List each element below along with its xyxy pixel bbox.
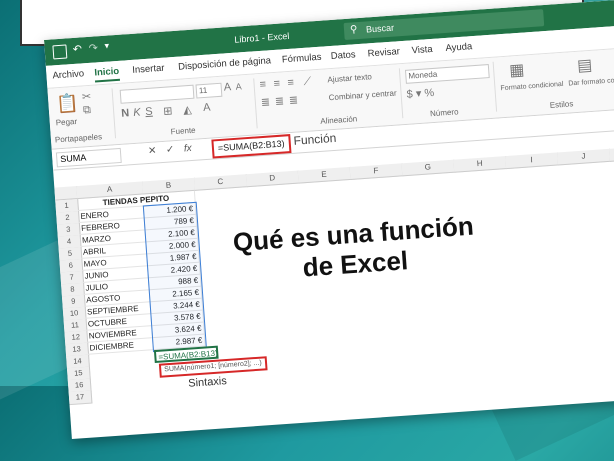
grow-font-icon[interactable]: A [223, 81, 231, 93]
table-format-button[interactable]: Dar formato como tabla [568, 75, 614, 87]
align-right-icon[interactable]: ≣ [288, 93, 298, 107]
tab-insertar[interactable]: Insertar [132, 63, 165, 76]
currency-icon[interactable]: $ ▾ % [406, 86, 434, 101]
merge-center-button[interactable]: Combinar y centrar [328, 89, 396, 103]
align-left-icon[interactable]: ≣ [260, 95, 271, 109]
formula-input[interactable]: =SUMA(B2:B13) [211, 134, 292, 159]
align-center-icon[interactable]: ≣ [274, 94, 284, 108]
styles-group: Estilos [549, 99, 574, 110]
number-format-select[interactable]: Moneda [404, 64, 490, 84]
column-header[interactable]: K [608, 145, 614, 162]
align-middle-icon[interactable]: ≡ [273, 78, 280, 90]
paste-icon[interactable]: 📋 [56, 93, 80, 116]
range-selection [142, 201, 207, 353]
separator [111, 88, 117, 139]
separator [398, 68, 404, 119]
conditional-format-button[interactable]: Formato condicional [500, 81, 563, 92]
column-header[interactable]: I [505, 152, 560, 170]
tab-datos[interactable]: Datos [330, 49, 356, 62]
window-title: Libro1 - Excel [234, 30, 290, 45]
font-size-select[interactable]: 11 [195, 82, 223, 99]
column-header[interactable]: H [453, 156, 508, 173]
overlay-title: Qué es una función de Excel [208, 209, 501, 289]
table-format-icon[interactable]: ▤ [576, 55, 593, 76]
tab-ayuda[interactable]: Ayuda [445, 41, 472, 54]
italic-icon[interactable]: K [133, 106, 141, 118]
font-color-icon[interactable]: A [203, 102, 211, 114]
align-top-icon[interactable]: ≡ [259, 79, 266, 91]
tab-revisar[interactable]: Revisar [367, 46, 400, 59]
wrap-text-button[interactable]: Ajustar texto [327, 72, 372, 84]
name-box[interactable]: SUMA [55, 147, 122, 168]
enter-icon[interactable]: ✓ [166, 144, 175, 156]
alignment-group: Alineación [320, 114, 358, 126]
separator [253, 78, 258, 129]
font-family-select[interactable] [119, 84, 195, 104]
column-header[interactable]: J [557, 148, 611, 166]
tab-vista[interactable]: Vista [411, 44, 433, 56]
tab-archivo[interactable]: Archivo [52, 68, 84, 81]
cancel-icon[interactable]: ✕ [148, 145, 157, 157]
copy-icon[interactable]: ⧉ [83, 104, 92, 118]
bold-icon[interactable]: N [121, 107, 130, 120]
clipboard-group: Portapapeles [54, 132, 103, 145]
search-placeholder: Buscar [365, 22, 395, 35]
fill-color-icon[interactable]: ◭ [183, 103, 192, 117]
underline-icon[interactable]: S [145, 106, 153, 118]
redo-icon[interactable]: ↷ [88, 41, 98, 55]
row-header[interactable]: 17 [68, 390, 93, 406]
save-icon[interactable] [52, 44, 68, 60]
insert-function-icon[interactable]: fx [184, 143, 193, 155]
number-group: Número [429, 107, 459, 119]
tab-inicio[interactable]: Inicio [94, 65, 120, 83]
undo-icon[interactable]: ↶ [72, 42, 82, 56]
align-bottom-icon[interactable]: ≡ [287, 77, 294, 89]
paste-label[interactable]: Pegar [55, 117, 77, 127]
quick-access-icon[interactable]: ▾ [104, 40, 109, 51]
separator [492, 61, 498, 112]
column-header[interactable]: F [349, 163, 404, 180]
column-header[interactable]: G [401, 159, 456, 177]
font-group: Fuente [170, 125, 196, 137]
shrink-font-icon[interactable]: A [235, 81, 242, 91]
search-icon: ⚲ [349, 24, 358, 36]
function-label: Función [293, 130, 337, 148]
conditional-format-icon[interactable]: ▦ [509, 60, 525, 81]
column-header[interactable]: C [193, 174, 248, 191]
syntax-label: Sintaxis [187, 375, 228, 390]
orientation-icon[interactable]: ⟋ [303, 75, 312, 89]
column-header[interactable]: D [245, 170, 300, 188]
borders-icon[interactable]: ⊞ [163, 104, 173, 118]
tab-disposicion[interactable]: Disposición de página [178, 55, 271, 72]
excel-window: ↶ ↷ ▾ Libro1 - Excel ⚲ Buscar Archivo In… [44, 0, 614, 440]
tab-formulas[interactable]: Fórmulas [282, 52, 322, 66]
cut-icon[interactable]: ✂ [82, 90, 92, 104]
column-header[interactable]: E [297, 166, 352, 184]
